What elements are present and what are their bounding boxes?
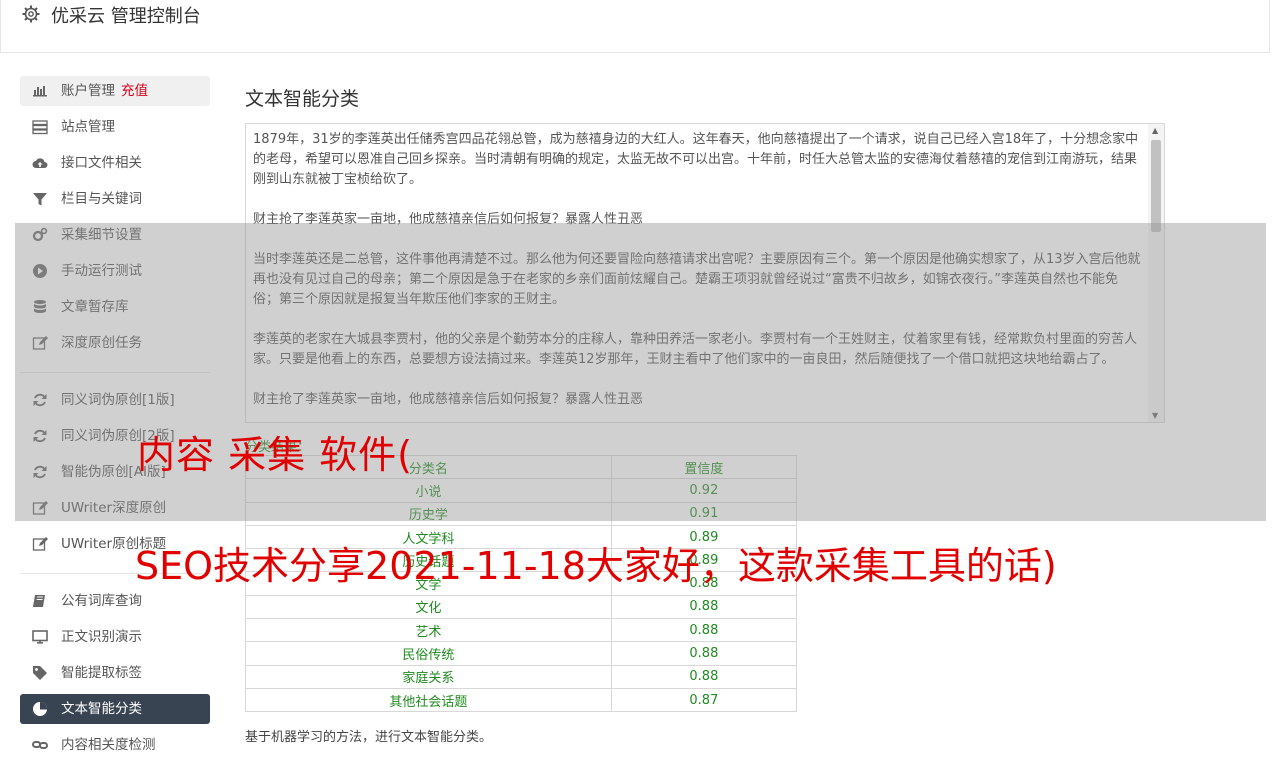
sidebar-item-lexicon[interactable]: 公有词库查询	[20, 586, 210, 616]
scroll-up-icon[interactable]: ▲	[1152, 126, 1158, 135]
header-bar: 优采云 管理控制台	[0, 0, 1270, 53]
bar-chart-icon	[33, 86, 47, 97]
sidebar-item-label: 接口文件相关	[61, 155, 142, 171]
sidebar-item-relevance[interactable]: 内容相关度检测	[20, 730, 210, 760]
page-title: 文本智能分类	[245, 88, 360, 110]
server-icon	[32, 120, 48, 135]
footnote-text: 基于机器学习的方法，进行文本智能分类。	[245, 730, 493, 745]
sidebar-item-label: 公有词库查询	[61, 593, 142, 609]
sidebar-item-account[interactable]: 账户管理 充值	[20, 76, 210, 106]
tag-icon	[33, 666, 47, 680]
pie-chart-icon	[33, 702, 47, 716]
category-cell: 家庭关系	[245, 664, 612, 689]
confidence-cell: 0.88	[610, 641, 798, 666]
category-cell: 文化	[245, 594, 612, 620]
sidebar-item-content-recognition[interactable]: 正文识别演示	[20, 622, 210, 652]
confidence-cell: 0.88	[610, 664, 798, 689]
overlay-title: 内容 采集 软件(	[137, 433, 413, 477]
sidebar-item-label: 站点管理	[61, 119, 115, 135]
sidebar-item-label: 智能提取标签	[61, 665, 142, 681]
cloud-upload-icon	[32, 158, 48, 168]
edit-icon	[32, 537, 48, 551]
sidebar-item-label: 文本智能分类	[61, 701, 142, 717]
filter-icon	[33, 193, 47, 206]
table-row: 其他社会话题 0.87	[245, 687, 798, 713]
table-row: 文化 0.88	[245, 594, 798, 620]
sidebar-item-sites[interactable]: 站点管理	[20, 112, 210, 142]
sidebar-item-interface[interactable]: 接口文件相关	[20, 148, 210, 178]
sidebar-item-label: 正文识别演示	[61, 629, 142, 645]
sidebar-item-label: 账户管理	[61, 83, 115, 99]
overlay-subtitle: SEO技术分享2021-11-18大家好，这款采集工具的话)	[135, 544, 1057, 588]
app-title: 优采云 管理控制台	[51, 6, 201, 27]
confidence-cell: 0.88	[610, 594, 798, 620]
recharge-link[interactable]: 充值	[121, 83, 148, 99]
book-icon	[33, 595, 45, 607]
category-cell: 艺术	[245, 618, 612, 643]
table-row: 艺术 0.88	[245, 618, 798, 643]
category-cell: 其他社会话题	[245, 687, 612, 713]
table-row: 民俗传统 0.88	[245, 641, 798, 666]
category-cell: 民俗传统	[245, 641, 612, 666]
scroll-thumb[interactable]	[1151, 140, 1161, 232]
sidebar-item-tag-extract[interactable]: 智能提取标签	[20, 658, 210, 688]
sidebar-item-label: 栏目与关键词	[61, 191, 142, 207]
table-row: 家庭关系 0.88	[245, 664, 798, 689]
gear-icon[interactable]	[21, 4, 41, 24]
sidebar-item-label: 内容相关度检测	[61, 737, 156, 753]
sidebar-item-keywords[interactable]: 栏目与关键词	[20, 184, 210, 214]
desktop-icon	[32, 630, 48, 644]
confidence-cell: 0.87	[610, 687, 798, 713]
sidebar-item-text-classify[interactable]: 文本智能分类	[20, 694, 210, 724]
confidence-cell: 0.88	[610, 618, 798, 643]
link-icon	[32, 741, 48, 749]
article-paragraph: 1879年，31岁的李莲英出任储秀宫四品花翎总管，成为慈禧身边的大红人。这年春天…	[253, 132, 1139, 187]
